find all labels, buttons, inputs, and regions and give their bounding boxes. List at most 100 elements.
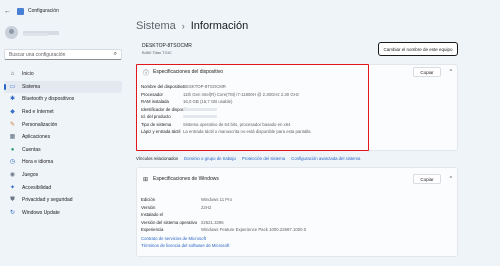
- account-email-redacted: [23, 33, 49, 36]
- related-links: Vínculos relacionados Dominio o grupo de…: [136, 153, 458, 163]
- sidebar-item-label: Privacidad y seguridad: [22, 197, 73, 204]
- update-icon: ↻: [9, 209, 16, 216]
- chevron-up-icon[interactable]: ^: [450, 69, 452, 75]
- windows-specs-title: Especificaciones de Windows: [153, 176, 219, 182]
- spec-key: Versión: [141, 204, 156, 210]
- chevron-up-icon[interactable]: ^: [450, 176, 452, 182]
- related-links-title: Vínculos relacionados: [136, 155, 179, 161]
- windows-legal-links: Contrato de servicios de Microsoft Térmi…: [137, 236, 457, 249]
- windows-logo-icon: ⊞: [143, 176, 149, 183]
- sidebar-item-label: Bluetooth y dispositivos: [22, 96, 75, 103]
- spec-row: Procesador 11th Gen Intel(R) Core(TM) i7-…: [137, 91, 457, 99]
- globe-clock-icon: ◷: [9, 159, 16, 166]
- accessibility-icon: ✦: [9, 184, 16, 191]
- spec-value: Windows Feature Experience Pack 1000.226…: [201, 227, 307, 233]
- gamepad-icon: ◉: [9, 172, 16, 179]
- spec-value: DESKTOP-8TSOCMR: [183, 84, 226, 90]
- sidebar-item-accounts[interactable]: ● Cuentas: [4, 144, 122, 157]
- device-specs-header[interactable]: ⓘ Especificaciones del dispositivo Copia…: [137, 65, 457, 79]
- device-specs-title: Especificaciones del dispositivo: [153, 69, 224, 75]
- spec-key: RAM instalada: [141, 99, 169, 105]
- sidebar-item-label: Sistema: [22, 83, 41, 90]
- breadcrumb-parent[interactable]: Sistema: [136, 20, 176, 32]
- sidebar-item-bluetooth[interactable]: ✱ Bluetooth y dispositivos: [4, 93, 122, 106]
- spec-row: Edición Windows 11 Pro: [137, 196, 457, 204]
- sidebar-item-apps[interactable]: ▦ Aplicaciones: [4, 131, 122, 144]
- sidebar-item-update[interactable]: ↻ Windows Update: [4, 207, 122, 220]
- spec-key: Experiencia: [141, 227, 164, 233]
- spec-value: Windows 11 Pro: [201, 197, 232, 203]
- spec-row: Instalado el: [137, 211, 457, 219]
- sidebar-item-label: Inicio: [22, 71, 34, 78]
- sidebar-item-shield[interactable]: ⛊ Privacidad y seguridad: [4, 194, 122, 207]
- brush-icon: ✎: [9, 121, 16, 128]
- sidebar-item-monitor[interactable]: ▭ Sistema: [4, 80, 122, 94]
- main-content: Sistema › Información DESKTOP-8TSOCMR B4…: [136, 0, 500, 266]
- info-icon: ⓘ: [143, 70, 150, 77]
- network-icon: ◆: [10, 109, 15, 116]
- spec-row: Tipo de sistema Sistema operativo de 64 b…: [137, 121, 457, 129]
- sidebar-item-network[interactable]: ◆ Red e Internet: [4, 106, 122, 119]
- rename-pc-button[interactable]: Cambiar el nombre de este equipo: [378, 42, 458, 56]
- sidebar-item-label: Hora e idioma: [22, 159, 54, 166]
- search-icon[interactable]: ⌕: [114, 51, 117, 58]
- sidebar: ⌕ ⌂ Inicio ▭ Sistema ✱ Bluetooth y dispositiv…: [0, 22, 126, 266]
- page-title: Información: [190, 20, 249, 32]
- spec-row: Id. del producto: [137, 113, 457, 121]
- sidebar-item-label: Personalización: [22, 121, 58, 128]
- accounts-icon: ●: [10, 146, 15, 153]
- spec-value: 16,0 GB (15,7 GB usable): [183, 99, 233, 105]
- link-domain-workgroup[interactable]: Dominio o grupo de trabajo: [184, 156, 236, 161]
- spec-key: Identificador de dispositivo: [141, 106, 192, 112]
- sidebar-item-label: Juegos: [22, 172, 39, 179]
- spec-value: Sistema operativo de 64 bits, procesador…: [183, 121, 291, 127]
- window-title: Configuración: [28, 8, 59, 14]
- copy-windows-specs-button[interactable]: Copiar: [413, 174, 441, 184]
- copy-device-specs-button[interactable]: Copiar: [413, 67, 441, 77]
- home-icon: ⌂: [10, 71, 15, 78]
- device-specs-list: Nombre del dispositivo DESKTOP-8TSOCMR Pro…: [137, 83, 457, 136]
- sidebar-item-accessibility[interactable]: ✦ Accesibilidad: [4, 181, 122, 194]
- spec-key: Versión del sistema operativo: [141, 219, 198, 225]
- spec-value: 11th Gen Intel(R) Core(TM) i7-11800H @ 2…: [183, 91, 299, 97]
- spec-row: Lápiz y entrada táctil La entrada táctil …: [137, 128, 457, 136]
- breadcrumb: Sistema › Información: [136, 20, 248, 32]
- sidebar-item-home[interactable]: ⌂ Inicio: [4, 68, 122, 81]
- sidebar-item-label: Accesibilidad: [22, 184, 52, 191]
- spec-key: Tipo de sistema: [141, 121, 172, 127]
- spec-key: Id. del producto: [141, 114, 171, 120]
- spec-key: Nombre del dispositivo: [141, 84, 185, 90]
- monitor-icon: ▭: [9, 83, 16, 90]
- nav-list: ⌂ Inicio ▭ Sistema ✱ Bluetooth y dispositivos…: [4, 68, 122, 219]
- search-box[interactable]: ⌕: [4, 49, 122, 60]
- sidebar-item-label: Red e Internet: [22, 109, 54, 116]
- windows-specs-header[interactable]: ⊞ Especificaciones de Windows Copiar ^: [137, 168, 457, 190]
- spec-value-redacted: [183, 114, 217, 119]
- sidebar-item-label: Windows Update: [22, 209, 60, 216]
- breadcrumb-separator: ›: [181, 21, 185, 31]
- search-input[interactable]: [9, 51, 104, 58]
- spec-row: Nombre del dispositivo DESKTOP-8TSOCMR: [137, 83, 457, 91]
- spec-key: Edición: [141, 197, 156, 203]
- spec-value-redacted: [183, 107, 217, 112]
- sidebar-item-brush[interactable]: ✎ Personalización: [4, 118, 122, 131]
- spec-row: RAM instalada 16,0 GB (15,7 GB usable): [137, 98, 457, 106]
- back-arrow-icon[interactable]: ←: [4, 8, 14, 15]
- sidebar-item-gamepad[interactable]: ◉ Juegos: [4, 169, 122, 182]
- link-system-protection[interactable]: Protección del sistema: [242, 156, 285, 161]
- device-model: B460 Titan TGIC: [142, 50, 172, 55]
- sidebar-item-label: Aplicaciones: [22, 134, 51, 141]
- spec-row: Experiencia Windows Feature Experience Pa…: [137, 226, 457, 234]
- apps-icon: ▦: [9, 134, 16, 141]
- windows-specs-list: Edición Windows 11 Pro Versión 22H2 Instalad…: [137, 196, 457, 234]
- link-microsoft-license-terms[interactable]: Términos de licencia del software de Mic…: [137, 243, 457, 250]
- user-avatar-icon: [5, 26, 18, 39]
- spec-row: Versión 22H2: [137, 204, 457, 212]
- spec-key: Procesador: [141, 91, 163, 97]
- link-advanced-system-settings[interactable]: Configuración avanzada del sistema: [291, 156, 360, 161]
- sidebar-item-globe-clock[interactable]: ◷ Hora e idioma: [4, 156, 122, 169]
- spec-row: Identificador de dispositivo: [137, 106, 457, 114]
- spec-value: La entrada táctil o manuscrita no está d…: [183, 129, 311, 135]
- redaction-bar: [183, 115, 217, 119]
- bluetooth-icon: ✱: [9, 96, 16, 103]
